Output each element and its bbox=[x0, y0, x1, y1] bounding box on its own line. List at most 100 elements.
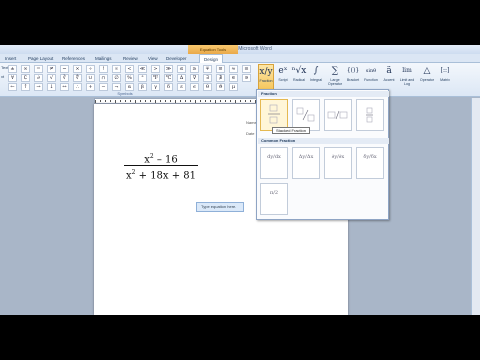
operator-icon: △ bbox=[423, 66, 431, 76]
symbol-button[interactable]: × bbox=[73, 65, 82, 73]
symbol-button[interactable]: ≈ bbox=[229, 65, 238, 73]
symbol-button[interactable]: β bbox=[138, 83, 147, 91]
symbol-button[interactable]: ∋ bbox=[242, 74, 251, 82]
fraction-button[interactable]: x/y Fraction bbox=[258, 64, 274, 91]
symbol-button[interactable]: ∇ bbox=[190, 74, 199, 82]
symbol-button[interactable]: ≪ bbox=[138, 65, 147, 73]
symbol-button[interactable]: ≤ bbox=[177, 65, 186, 73]
symbol-button[interactable]: ϵ bbox=[190, 83, 199, 91]
symbol-button[interactable]: μ bbox=[229, 83, 238, 91]
symbol-button[interactable]: ± bbox=[8, 65, 17, 73]
large-operator-button[interactable]: ∑ Large Operator bbox=[327, 64, 343, 91]
symbol-button[interactable]: − bbox=[99, 83, 108, 91]
vertical-scrollbar[interactable] bbox=[471, 98, 480, 315]
symbol-button[interactable]: ≥ bbox=[190, 65, 199, 73]
side-label-date: Date bbox=[246, 131, 255, 136]
symbol-button[interactable]: > bbox=[151, 65, 160, 73]
symbol-button[interactable]: < bbox=[125, 65, 134, 73]
symbol-button[interactable]: ≅ bbox=[216, 65, 225, 73]
symbol-button[interactable]: ∝ bbox=[112, 65, 121, 73]
function-label: Function bbox=[364, 78, 378, 82]
symbol-button[interactable]: % bbox=[125, 74, 134, 82]
tab-view[interactable]: View bbox=[148, 54, 158, 63]
symbol-button[interactable]: ∛ bbox=[60, 74, 69, 82]
symbol-button[interactable]: ° bbox=[138, 74, 147, 82]
symbol-button[interactable]: θ bbox=[203, 83, 212, 91]
symbol-button[interactable]: δ bbox=[164, 83, 173, 91]
symbol-button[interactable]: ∈ bbox=[229, 74, 238, 82]
symbol-button[interactable]: ∄ bbox=[216, 74, 225, 82]
symbol-button[interactable]: ∓ bbox=[203, 65, 212, 73]
symbol-button[interactable]: ← bbox=[8, 83, 17, 91]
symbol-button[interactable]: ∃ bbox=[203, 74, 212, 82]
symbol-button[interactable]: ! bbox=[99, 65, 108, 73]
symbol-button[interactable]: = bbox=[34, 65, 43, 73]
symbol-button[interactable]: ↔ bbox=[60, 83, 69, 91]
symbol-button[interactable]: γ bbox=[151, 83, 160, 91]
large-operator-icon: ∑ bbox=[331, 66, 339, 76]
symbol-button[interactable]: ∴ bbox=[73, 83, 82, 91]
symbol-button[interactable]: ≫ bbox=[164, 65, 173, 73]
symbol-button[interactable]: α bbox=[125, 83, 134, 91]
tab-references[interactable]: References bbox=[62, 54, 85, 63]
radical-button[interactable]: ⁿ√x Radical bbox=[291, 64, 307, 91]
delta-y-delta-x-option[interactable]: Δy/Δx bbox=[292, 147, 320, 179]
left-group-label-1[interactable]: Text bbox=[0, 63, 8, 72]
tab-insert[interactable]: Insert bbox=[5, 54, 16, 63]
symbol-button[interactable]: ϑ bbox=[216, 83, 225, 91]
ruler-tick bbox=[195, 100, 196, 103]
symbol-button[interactable]: ∪ bbox=[86, 74, 95, 82]
symbol-button[interactable]: ÷ bbox=[86, 65, 95, 73]
symbol-button[interactable]: ℉ bbox=[151, 74, 160, 82]
pi-over-two-option[interactable]: π/2 bbox=[260, 183, 288, 215]
matrix-button[interactable]: [::] Matrix bbox=[437, 64, 453, 91]
small-fraction-option[interactable] bbox=[356, 99, 384, 131]
symbol-button[interactable]: ℃ bbox=[164, 74, 173, 82]
symbol-button[interactable]: √ bbox=[47, 74, 56, 82]
ruler-tick bbox=[170, 100, 171, 102]
symbol-button[interactable]: ↑ bbox=[21, 83, 30, 91]
bracket-button[interactable]: {()} Bracket bbox=[345, 64, 361, 91]
linear-fraction-option[interactable] bbox=[324, 99, 352, 131]
function-button[interactable]: sinθ Function bbox=[363, 64, 379, 91]
symbol-button[interactable]: ∅ bbox=[112, 74, 121, 82]
equation-fraction[interactable]: x2 – 16 x2 + 18x + 81 bbox=[124, 151, 198, 181]
limit-log-button[interactable]: lim Limit and Log bbox=[399, 64, 415, 91]
tab-page-layout[interactable]: Page Layout bbox=[28, 54, 53, 63]
left-group-label-2[interactable]: xt bbox=[0, 72, 8, 81]
integral-icon: ∫ bbox=[313, 66, 319, 76]
script-button[interactable]: eˣ Script bbox=[275, 64, 291, 91]
accent-button[interactable]: ä Accent bbox=[381, 64, 397, 91]
equation-placeholder[interactable]: Type equation here. bbox=[196, 202, 244, 212]
integral-button[interactable]: ∫ Integral bbox=[308, 64, 324, 91]
symbol-button[interactable]: ≡ bbox=[242, 65, 251, 73]
dy-dx-option[interactable]: dy/dx bbox=[260, 147, 288, 179]
symbol-button[interactable]: ∜ bbox=[73, 74, 82, 82]
tab-developer[interactable]: Developer bbox=[166, 54, 187, 63]
symbol-button[interactable]: ~ bbox=[60, 65, 69, 73]
fraction-denominator[interactable]: x2 + 18x + 81 bbox=[124, 167, 198, 182]
partial-y-partial-x-option[interactable]: ∂y/∂x bbox=[324, 147, 352, 179]
symbol-button[interactable]: ∀ bbox=[8, 74, 17, 82]
symbol-button[interactable]: ≠ bbox=[47, 65, 56, 73]
operator-button[interactable]: △ Operator bbox=[419, 64, 435, 91]
stacked-fraction-icon bbox=[268, 104, 280, 124]
symbol-button[interactable]: ∞ bbox=[21, 65, 30, 73]
equation-tools-contextual-tab[interactable]: Equation Tools bbox=[188, 45, 238, 54]
symbol-button[interactable]: ∩ bbox=[99, 74, 108, 82]
symbol-button[interactable]: ∂ bbox=[34, 74, 43, 82]
symbol-button[interactable]: → bbox=[34, 83, 43, 91]
symbol-button[interactable]: ∁ bbox=[21, 74, 30, 82]
symbol-button[interactable]: ¬ bbox=[112, 83, 121, 91]
ruler-tick bbox=[125, 100, 126, 102]
symbol-button[interactable]: ∆ bbox=[177, 74, 186, 82]
ruler-tick bbox=[190, 100, 191, 102]
fraction-header: Fraction bbox=[258, 91, 389, 97]
symbol-button[interactable]: + bbox=[86, 83, 95, 91]
symbol-button[interactable]: ↓ bbox=[47, 83, 56, 91]
tab-mailings[interactable]: Mailings bbox=[95, 54, 112, 63]
ruler-tick bbox=[160, 100, 161, 102]
symbol-button[interactable]: ε bbox=[177, 83, 186, 91]
tab-review[interactable]: Review bbox=[123, 54, 138, 63]
small-delta-fraction-option[interactable]: δy/δx bbox=[356, 147, 384, 179]
